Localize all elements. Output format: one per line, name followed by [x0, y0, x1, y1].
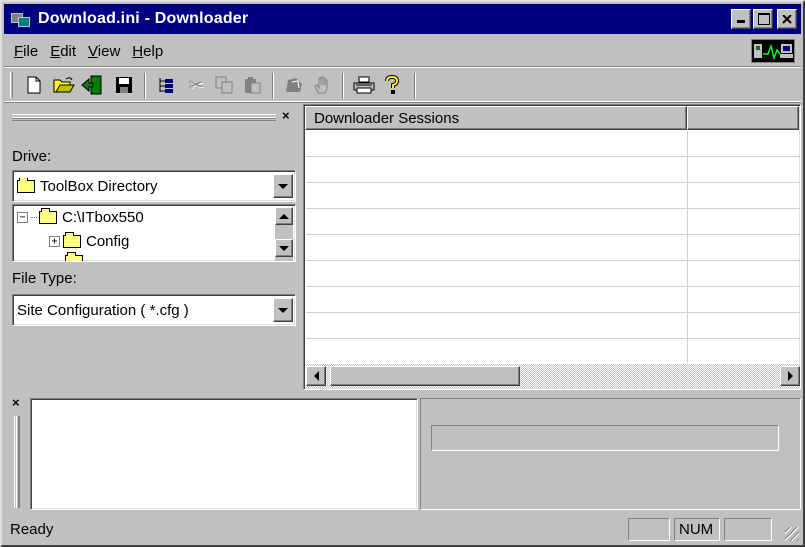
tree-view-icon	[159, 78, 173, 93]
column-header-2[interactable]	[687, 106, 799, 130]
sessions-horizontal-scrollbar[interactable]	[306, 364, 800, 388]
menu-help[interactable]: Help	[126, 43, 169, 60]
tree-item-partial[interactable]	[65, 252, 88, 261]
open-button[interactable]	[52, 73, 76, 97]
save-button[interactable]	[112, 73, 136, 97]
new-file-icon	[27, 76, 41, 94]
scroll-up-button[interactable]	[275, 207, 293, 225]
arrow-down-icon	[279, 245, 289, 251]
exit-button[interactable]	[80, 73, 104, 97]
folder-icon	[39, 208, 57, 224]
tree-item-root[interactable]: − C:\ITbox550	[17, 208, 144, 226]
scissors-icon: ✂	[188, 75, 204, 95]
exit-door-icon	[81, 75, 102, 95]
status-num-indicator: NUM	[674, 518, 720, 541]
floppy-disk-icon	[116, 77, 132, 93]
tree-item-config[interactable]: + Config	[49, 232, 129, 250]
scroll-left-button[interactable]	[306, 366, 326, 386]
copy-icon	[215, 76, 233, 94]
left-pane-close-icon[interactable]: ×	[282, 108, 290, 123]
copy-button[interactable]	[212, 73, 236, 97]
tree-scrollbar[interactable]	[275, 207, 293, 261]
progress-bar	[431, 425, 779, 451]
left-pane: × Drive: ToolBox Directory − C:\ITbox550…	[6, 104, 302, 390]
output-panel-close-icon[interactable]: ×	[12, 395, 20, 410]
window-title: Download.ini - Downloader	[38, 10, 249, 27]
folder-icon	[63, 232, 81, 248]
file-type-label: File Type:	[12, 270, 77, 287]
print-button[interactable]	[352, 73, 376, 97]
directory-tree[interactable]: − C:\ITbox550 + Config	[12, 204, 296, 262]
help-icon	[385, 75, 400, 94]
scroll-thumb[interactable]	[330, 366, 520, 386]
scroll-down-button[interactable]	[275, 239, 293, 257]
collapse-icon[interactable]: −	[17, 212, 28, 223]
menu-bar: File Edit View Help	[4, 38, 801, 64]
toolbar: ✂	[4, 66, 801, 102]
resize-grip[interactable]	[785, 527, 799, 541]
close-icon	[782, 14, 792, 24]
status-bar: Ready NUM	[4, 516, 801, 543]
app-window: Download.ini - Downloader File Edit View…	[0, 0, 805, 547]
chevron-down-icon	[278, 183, 288, 189]
expand-icon[interactable]: +	[49, 236, 60, 247]
menu-edit[interactable]: Edit	[44, 43, 82, 60]
hand-button[interactable]	[310, 73, 334, 97]
printer-icon	[353, 76, 375, 94]
minimize-button[interactable]	[731, 9, 751, 29]
status-text: Ready	[10, 521, 54, 538]
folder-icon	[65, 252, 83, 261]
open-folder-icon	[53, 77, 75, 93]
cut-button[interactable]: ✂	[184, 73, 208, 97]
log-output[interactable]	[30, 398, 418, 510]
maximize-button[interactable]	[753, 9, 773, 29]
scroll-right-button[interactable]	[780, 366, 800, 386]
network-activity-icon	[751, 39, 795, 63]
arrow-right-icon	[787, 371, 793, 381]
new-button[interactable]	[22, 73, 46, 97]
folder-icon	[17, 177, 35, 194]
output-panel-grip[interactable]	[14, 416, 20, 508]
title-bar[interactable]: Download.ini - Downloader	[4, 4, 801, 34]
sessions-list[interactable]: Downloader Sessions	[303, 104, 801, 390]
paste-clipboard-icon	[245, 77, 261, 94]
drive-select[interactable]: ToolBox Directory	[12, 170, 296, 202]
pane-grip[interactable]	[12, 114, 276, 121]
app-icon[interactable]	[10, 10, 32, 28]
arrow-left-icon	[313, 371, 319, 381]
chevron-down-icon	[278, 307, 288, 313]
arrow-up-icon	[279, 213, 289, 219]
menu-file[interactable]: File	[4, 43, 44, 60]
drive-dropdown-button[interactable]	[273, 174, 293, 198]
hand-icon	[314, 76, 328, 94]
tree-view-button[interactable]	[154, 73, 178, 97]
file-type-select[interactable]: Site Configuration ( *.cfg )	[12, 294, 296, 326]
list-header: Downloader Sessions	[305, 106, 799, 130]
drive-label: Drive:	[12, 148, 52, 165]
stamp-button[interactable]	[282, 73, 306, 97]
menu-view[interactable]: View	[82, 43, 126, 60]
output-panel: ×	[6, 394, 801, 512]
column-header-sessions[interactable]: Downloader Sessions	[305, 106, 687, 130]
close-button[interactable]	[777, 9, 797, 29]
help-button[interactable]	[380, 73, 404, 97]
progress-area	[420, 398, 801, 510]
stamp-icon	[286, 78, 302, 92]
file-type-dropdown-button[interactable]	[273, 298, 293, 322]
status-cell-3	[724, 518, 772, 541]
paste-button[interactable]	[240, 73, 264, 97]
toolbar-grip[interactable]	[10, 72, 13, 98]
status-cell-1	[628, 518, 670, 541]
